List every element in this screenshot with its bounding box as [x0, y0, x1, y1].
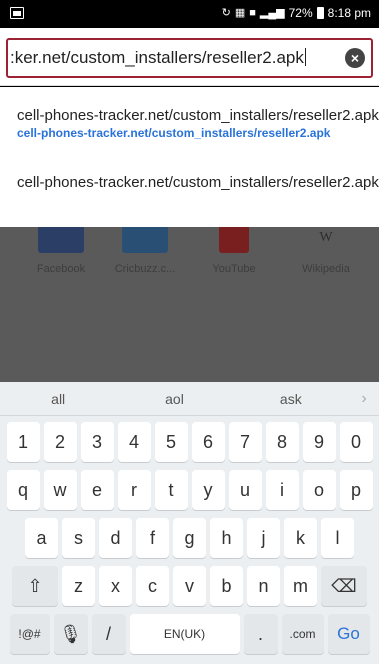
key-e[interactable]: e — [80, 470, 114, 510]
address-bar-area: :ker.net/custom_installers/reseller2.apk… — [0, 28, 379, 86]
key-0[interactable]: 0 — [339, 422, 373, 462]
suggestion-item[interactable]: cell-phones-tracker.net/custom_installer… — [17, 174, 379, 191]
key-b[interactable]: b — [210, 566, 243, 606]
signal-icon: ▂▄▆ — [259, 7, 285, 19]
tile-wikipedia[interactable]: W Wikipedia — [291, 227, 361, 275]
facebook-icon — [38, 227, 84, 253]
key-d[interactable]: d — [99, 518, 132, 558]
backspace-key[interactable]: ⌫ — [321, 566, 367, 606]
suggestion-item[interactable]: cell-phones-tracker.net/custom_installer… — [17, 107, 379, 140]
key-l[interactable]: l — [321, 518, 354, 558]
dotcom-key[interactable]: .com — [281, 614, 324, 654]
close-icon: × — [350, 50, 360, 66]
suggestions-dropdown: cell-phones-tracker.net/custom_installer… — [0, 87, 379, 227]
backspace-icon: ⌫ — [331, 575, 357, 596]
key-6[interactable]: 6 — [191, 422, 225, 462]
prediction-item[interactable]: ask — [233, 391, 349, 407]
chevron-right-icon[interactable]: › — [349, 390, 379, 408]
key-8[interactable]: 8 — [265, 422, 299, 462]
gallery-notification-icon — [10, 7, 24, 19]
shift-key[interactable]: ⇧ — [12, 566, 58, 606]
tile-label: YouTube — [212, 263, 256, 275]
symbols-key[interactable]: !@# — [9, 614, 50, 654]
battery-percent: 72% — [288, 6, 313, 20]
key-z[interactable]: z — [62, 566, 95, 606]
battery-icon — [316, 7, 324, 19]
wikipedia-icon: W — [319, 230, 333, 245]
clock: 8:18 pm — [327, 6, 371, 20]
key-a[interactable]: a — [25, 518, 58, 558]
bottom-row: !@# 🎙 / EN(UK) . .com Go — [0, 614, 379, 654]
key-x[interactable]: x — [99, 566, 132, 606]
letter-row-1: q w e r t y u i o p — [0, 470, 379, 510]
url-input[interactable]: :ker.net/custom_installers/reseller2.apk… — [6, 38, 373, 78]
key-4[interactable]: 4 — [117, 422, 151, 462]
mic-key[interactable]: 🎙 — [53, 614, 88, 654]
key-u[interactable]: u — [228, 470, 262, 510]
space-key[interactable]: EN(UK) — [129, 614, 240, 654]
key-t[interactable]: t — [154, 470, 188, 510]
key-y[interactable]: y — [191, 470, 225, 510]
tile-label: Facebook — [36, 263, 86, 275]
status-right: ↻ ▦ ■ ▂▄▆ 72% 8:18 pm — [222, 6, 371, 20]
tile-cricbuzz[interactable]: Cricbuzz.c... — [110, 227, 180, 275]
key-r[interactable]: r — [117, 470, 151, 510]
key-1[interactable]: 1 — [6, 422, 40, 462]
period-key[interactable]: . — [243, 614, 278, 654]
letter-row-3: ⇧ z x c v b n m ⌫ — [0, 566, 379, 606]
number-row: 1 2 3 4 5 6 7 8 9 0 — [0, 422, 379, 462]
key-5[interactable]: 5 — [154, 422, 188, 462]
key-j[interactable]: j — [247, 518, 280, 558]
cricbuzz-icon — [122, 227, 168, 253]
tile-label: Cricbuzz.c... — [114, 263, 176, 275]
slash-key[interactable]: / — [91, 614, 126, 654]
youtube-icon — [219, 227, 249, 253]
go-key[interactable]: Go — [327, 614, 370, 654]
suggestion-url: cell-phones-tracker.net/custom_installer… — [17, 126, 331, 140]
key-i[interactable]: i — [265, 470, 299, 510]
key-k[interactable]: k — [284, 518, 317, 558]
url-value: :ker.net/custom_installers/reseller2.apk — [10, 48, 304, 67]
sync-icon: ↻ — [221, 7, 231, 19]
key-p[interactable]: p — [339, 470, 373, 510]
cast-icon: ■ — [249, 7, 256, 19]
key-v[interactable]: v — [173, 566, 206, 606]
keyboard: all aol ask › 1 2 3 4 5 6 7 8 9 0 q w e … — [0, 382, 379, 664]
prediction-item[interactable]: all — [0, 391, 116, 407]
key-w[interactable]: w — [43, 470, 77, 510]
key-n[interactable]: n — [247, 566, 280, 606]
url-input-text[interactable]: :ker.net/custom_installers/reseller2.apk — [10, 48, 337, 68]
letter-row-2: a s d f g h j k l — [0, 518, 379, 558]
tile-facebook[interactable]: Facebook — [26, 227, 96, 275]
prediction-bar: all aol ask › — [0, 382, 379, 416]
tile-youtube[interactable]: YouTube — [199, 227, 269, 275]
key-h[interactable]: h — [210, 518, 243, 558]
suggestion-title: cell-phones-tracker.net/custom_installer… — [17, 107, 379, 124]
tile-label: Wikipedia — [302, 263, 350, 275]
prediction-item[interactable]: aol — [116, 391, 232, 407]
shift-icon: ⇧ — [27, 575, 43, 596]
key-3[interactable]: 3 — [80, 422, 114, 462]
key-m[interactable]: m — [284, 566, 317, 606]
key-c[interactable]: c — [136, 566, 169, 606]
key-7[interactable]: 7 — [228, 422, 262, 462]
microphone-icon: 🎙 — [59, 623, 82, 644]
status-bar: ↻ ▦ ■ ▂▄▆ 72% 8:18 pm — [0, 0, 379, 28]
key-f[interactable]: f — [136, 518, 169, 558]
clear-url-button[interactable]: × — [345, 48, 365, 68]
key-g[interactable]: g — [173, 518, 206, 558]
key-o[interactable]: o — [302, 470, 336, 510]
key-q[interactable]: q — [6, 470, 40, 510]
text-caret — [304, 48, 306, 66]
suggestion-title: cell-phones-tracker.net/custom_installer… — [17, 174, 379, 191]
dimmed-page: Facebook Cricbuzz.c... YouTube W Wikiped… — [0, 227, 379, 382]
key-9[interactable]: 9 — [302, 422, 336, 462]
key-2[interactable]: 2 — [43, 422, 77, 462]
key-s[interactable]: s — [62, 518, 95, 558]
network-icon: ▦ — [234, 7, 246, 19]
